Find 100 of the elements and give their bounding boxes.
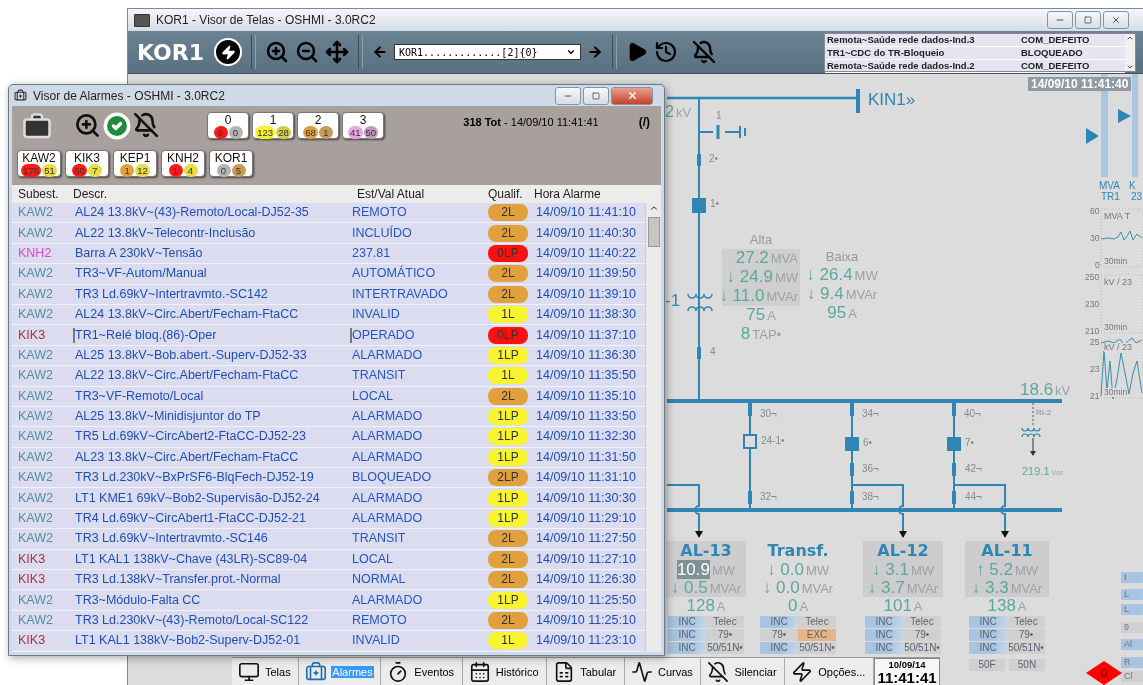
status-chip[interactable]: R xyxy=(1121,657,1143,668)
status-chip[interactable]: INC xyxy=(668,642,706,654)
priority-filter[interactable]: 2 68 1 xyxy=(297,112,339,139)
status-chip[interactable]: L xyxy=(1121,589,1143,600)
bell-off-icon[interactable] xyxy=(692,40,716,64)
status-chip[interactable]: Telec xyxy=(1007,616,1045,628)
station-cell-text: KAW2 xyxy=(17,429,54,445)
time-span-label: 30min xyxy=(1104,388,1128,397)
status-chip[interactable]: INC xyxy=(668,629,706,641)
status-chip[interactable]: Al xyxy=(1121,639,1143,650)
taskbar-item[interactable]: Telas xyxy=(232,658,300,685)
status-chip[interactable]: 50/51N• xyxy=(903,642,941,654)
alarm-count-badge[interactable]: 0 xyxy=(1086,661,1122,685)
status-chip[interactable]: 79• xyxy=(1007,629,1045,641)
priority-filter[interactable]: 0 6 0 xyxy=(207,112,249,139)
close-button[interactable] xyxy=(1103,11,1129,29)
pointer-icon xyxy=(1118,109,1131,123)
axis-tick: 60 xyxy=(1090,207,1100,216)
count-badge: 28 xyxy=(276,126,291,139)
status-chip[interactable]: Cl xyxy=(1121,671,1143,682)
priority-filter[interactable]: 1 123 28 xyxy=(252,112,294,139)
taskbar-item[interactable]: Eventos xyxy=(381,658,463,685)
description-cell-text: TR3~VF-Autom/Manual xyxy=(74,266,208,282)
status-chip[interactable]: Telec xyxy=(798,616,836,628)
measurement-reading: ↓ 26.4MW xyxy=(806,266,878,285)
taskbar-icon xyxy=(707,661,730,683)
taskbar-item[interactable]: Silenciar xyxy=(701,658,786,685)
taskbar-item[interactable]: Histórico xyxy=(462,658,548,685)
status-chip[interactable]: INC xyxy=(969,642,1007,654)
status-chip[interactable]: 50/51N• xyxy=(1007,642,1045,654)
status-chip[interactable]: 79• xyxy=(903,629,941,641)
taskbar-item[interactable]: Tabular xyxy=(547,658,625,685)
time-cell-text: 14/09/10 11:27:50 xyxy=(535,531,637,547)
quality-badge: 1LP xyxy=(488,408,528,426)
device-label: 24-1• xyxy=(761,436,785,446)
status-chip[interactable]: EXC xyxy=(798,629,836,641)
status-chip[interactable]: 79• xyxy=(706,629,744,641)
column-header[interactable]: Hora Alarme xyxy=(534,187,645,201)
station-filter[interactable]: KNH2 1 4 xyxy=(161,150,205,177)
screen-selector[interactable]: KOR1.............[2]{0} xyxy=(394,44,581,60)
status-chip[interactable]: INC xyxy=(865,642,903,654)
status-chip[interactable]: INC xyxy=(969,616,1007,628)
status-chip[interactable]: 50N xyxy=(1009,659,1045,671)
status-chip[interactable]: 50/51N• xyxy=(706,642,744,654)
status-chip[interactable]: INC xyxy=(865,629,903,641)
screen-name: KOR1 xyxy=(137,39,204,65)
axis-tick: 23 xyxy=(1090,365,1100,374)
description-cell-text: TR3 Ld.138kV~Transfer.prot.-Normal xyxy=(74,572,282,588)
status-chip[interactable]: 50F xyxy=(969,659,1005,671)
status-chip[interactable]: 79• xyxy=(760,629,798,641)
status-chip[interactable]: INC xyxy=(760,616,798,628)
zoom-in-icon[interactable] xyxy=(74,112,101,139)
ticker-text: Remota~Saúde rede dados-Ind.2 xyxy=(827,59,976,72)
lightning-icon[interactable] xyxy=(214,38,242,66)
scrollbar[interactable] xyxy=(1125,33,1135,71)
clock-date: 10/09/14 xyxy=(888,658,926,670)
zoom-in-icon[interactable] xyxy=(265,40,289,64)
column-header[interactable]: Qualif. xyxy=(488,187,534,201)
station-filter[interactable]: KOR1 0 5 xyxy=(209,150,253,177)
column-header[interactable]: Subest. xyxy=(12,187,73,201)
status-chip[interactable]: INC xyxy=(668,616,706,628)
move-icon[interactable] xyxy=(325,40,349,64)
count-badge: 1 xyxy=(318,126,333,139)
status-chip[interactable]: Telec xyxy=(706,616,744,628)
status-chip[interactable]: INC xyxy=(865,616,903,628)
zoom-out-icon[interactable] xyxy=(295,40,319,64)
state-cell-text: REMOTO xyxy=(351,205,408,221)
minimize-button[interactable] xyxy=(555,86,581,105)
scrollbar-thumb[interactable] xyxy=(647,217,660,247)
status-chip[interactable]: 50/51N• xyxy=(798,642,836,654)
bell-off-icon[interactable] xyxy=(133,112,159,138)
column-header[interactable]: Descr. xyxy=(73,187,350,201)
station-filter[interactable]: KIK3 60 7 xyxy=(65,150,109,177)
chart-title: kV / 23 xyxy=(1104,343,1132,352)
taskbar-item[interactable]: Alarmes xyxy=(299,658,382,685)
status-chip[interactable]: 9 xyxy=(1121,622,1143,633)
status-chip[interactable]: L xyxy=(1121,604,1143,615)
taskbar-icon xyxy=(630,661,653,683)
status-chip[interactable]: Telec xyxy=(903,616,941,628)
status-chip[interactable]: INC xyxy=(969,629,1007,641)
check-icon[interactable] xyxy=(103,112,131,140)
priority-filter[interactable]: 3 41 50 xyxy=(342,112,384,139)
time-cell-text: 14/09/10 11:40:22 xyxy=(535,245,637,261)
maximize-button[interactable] xyxy=(1075,11,1101,29)
column-header[interactable]: Est/Val Atual xyxy=(350,187,488,201)
dropdown-icon[interactable] xyxy=(566,47,576,57)
alarm-summary: 318 Tot - 14/09/10 11:41:41 xyxy=(463,116,599,128)
history-icon[interactable] xyxy=(654,40,678,64)
status-chip[interactable]: INC xyxy=(760,642,798,654)
status-chip[interactable]: I xyxy=(1121,572,1143,583)
maximize-button[interactable] xyxy=(583,86,609,105)
description-cell-text: TR3 Ld.230kV~BxPrSF6-BlqFech-DJ52-19 xyxy=(74,470,315,486)
station-filter[interactable]: KAW2 176 51 xyxy=(17,150,61,177)
minimize-button[interactable] xyxy=(1047,11,1073,29)
station-filter[interactable]: KEP1 1 12 xyxy=(113,150,157,177)
close-button[interactable] xyxy=(611,86,653,105)
measurement-reading: 95A xyxy=(827,304,857,323)
scrollbar[interactable] xyxy=(645,203,661,652)
scroll-up-icon[interactable] xyxy=(648,203,659,213)
taskbar-item[interactable]: Curvas xyxy=(624,658,702,685)
